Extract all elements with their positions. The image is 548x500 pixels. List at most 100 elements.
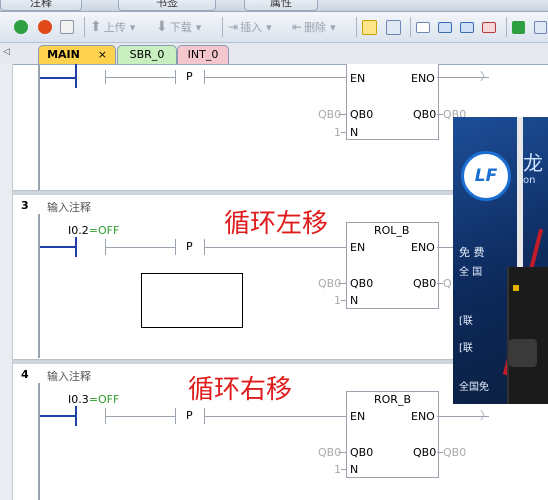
wire bbox=[204, 77, 346, 78]
logo-subtext: on bbox=[523, 175, 536, 186]
pulse-left-bar bbox=[175, 70, 176, 84]
wire bbox=[341, 469, 346, 470]
forward-button[interactable] bbox=[460, 19, 474, 35]
power-rail bbox=[38, 64, 40, 190]
back-icon bbox=[438, 21, 452, 33]
lf-logo: LF bbox=[461, 151, 511, 201]
pulse-left-bar bbox=[175, 408, 176, 424]
eno-pin: ENO bbox=[411, 241, 435, 254]
tab-int0[interactable]: INT_0 bbox=[177, 45, 229, 64]
rung-number: 4 bbox=[21, 368, 29, 381]
n-pin: N bbox=[350, 294, 359, 307]
eno-pin: ENO bbox=[411, 72, 435, 85]
contact-line bbox=[40, 415, 76, 417]
en-pin: EN bbox=[350, 72, 366, 85]
tab-main[interactable]: MAIN × bbox=[38, 45, 116, 64]
forward-icon bbox=[460, 21, 474, 33]
top-tab-strip: 注释 书签 属性 bbox=[0, 0, 548, 12]
status-led bbox=[513, 285, 519, 291]
options-icon bbox=[534, 20, 547, 34]
video-text: 免 费 bbox=[459, 246, 485, 259]
pulse-label: P bbox=[186, 409, 193, 422]
n-value: 1 bbox=[334, 294, 341, 307]
chevron-down-icon: ▾ bbox=[195, 20, 202, 34]
scroll-left-icon[interactable]: ◁ bbox=[3, 47, 10, 57]
in-pin: QB0 bbox=[350, 446, 374, 459]
out-pin: QB0 bbox=[413, 108, 437, 121]
pulse-left-bar bbox=[175, 239, 176, 255]
out-value: QB0 bbox=[443, 446, 467, 459]
block-name: ROL_B bbox=[374, 224, 410, 237]
arrow-right-icon: 〉 bbox=[480, 409, 491, 422]
n-pin: N bbox=[350, 463, 359, 476]
pulse-label: P bbox=[186, 240, 193, 253]
check-icon bbox=[60, 20, 74, 34]
contact-address: I0.2=OFF bbox=[68, 224, 120, 237]
exit-button[interactable] bbox=[512, 19, 525, 35]
video-text: 全 国 bbox=[459, 267, 483, 278]
back-button[interactable] bbox=[438, 19, 452, 35]
wire bbox=[105, 416, 175, 417]
options-button[interactable] bbox=[534, 19, 547, 35]
left-gutter bbox=[0, 64, 13, 500]
wire bbox=[338, 283, 346, 284]
wire bbox=[341, 132, 346, 133]
monitor-button[interactable] bbox=[362, 19, 377, 35]
n-value: 1 bbox=[334, 126, 341, 139]
window-icon bbox=[416, 21, 430, 33]
clear-button[interactable] bbox=[482, 19, 496, 35]
editor-tabs: ◁ MAIN × SBR_0 INT_0 bbox=[0, 43, 548, 65]
rung-comment[interactable]: 输入注释 bbox=[47, 199, 91, 215]
en-pin: EN bbox=[350, 241, 366, 254]
video-text: [联 bbox=[459, 316, 473, 327]
tab-bookmarks[interactable]: 书签 bbox=[118, 0, 216, 11]
tab-properties[interactable]: 属性 bbox=[244, 0, 318, 11]
n-pin: N bbox=[350, 126, 359, 139]
in-pin: QB0 bbox=[350, 277, 374, 290]
rung-comment[interactable]: 输入注释 bbox=[47, 368, 91, 384]
contact-bar bbox=[75, 406, 77, 426]
contact-bar bbox=[75, 237, 77, 257]
download-button[interactable]: ⬇ 下载 ▾ bbox=[156, 19, 201, 35]
status-chart-button[interactable] bbox=[386, 19, 401, 35]
clear-icon bbox=[482, 21, 496, 33]
insert-button[interactable]: ⇥ 插入 ▾ bbox=[228, 19, 272, 35]
wire bbox=[105, 247, 175, 248]
monitor-icon bbox=[362, 19, 377, 35]
in-pin: QB0 bbox=[350, 108, 374, 121]
wire bbox=[437, 247, 453, 248]
logo-text: 龙 bbox=[523, 151, 543, 175]
toolbar: ⬆ 上传 ▾ ⬇ 下载 ▾ ⇥ 插入 ▾ ⇤ 删除 ▾ bbox=[0, 12, 548, 43]
out-pin: QB0 bbox=[413, 277, 437, 290]
power-rail bbox=[38, 383, 40, 500]
tab-sbr0[interactable]: SBR_0 bbox=[117, 45, 177, 64]
contact-line bbox=[75, 64, 77, 88]
chevron-down-icon: ▾ bbox=[266, 20, 272, 34]
tab-comments[interactable]: 注释 bbox=[0, 0, 82, 11]
overlay-title: 循环左移 bbox=[224, 209, 329, 239]
arrow-down-icon: ⬇ bbox=[156, 19, 168, 35]
wire bbox=[338, 114, 346, 115]
en-pin: EN bbox=[350, 410, 366, 423]
run-button[interactable] bbox=[14, 19, 28, 35]
contact-line bbox=[40, 246, 76, 248]
video-text: [联 bbox=[459, 343, 473, 354]
video-text: 全国免 bbox=[459, 382, 489, 393]
close-icon[interactable]: × bbox=[98, 48, 107, 61]
run-icon bbox=[14, 20, 28, 34]
upload-button[interactable]: ⬆ 上传 ▾ bbox=[90, 19, 135, 35]
delete-button[interactable]: ⇤ 删除 ▾ bbox=[292, 19, 336, 35]
chevron-down-icon: ▾ bbox=[330, 20, 336, 34]
empty-rectangle bbox=[141, 273, 243, 328]
wire bbox=[204, 416, 346, 417]
stop-button[interactable] bbox=[38, 19, 52, 35]
compile-button[interactable] bbox=[60, 19, 74, 35]
power-rail bbox=[38, 214, 40, 358]
block-name: ROR_B bbox=[374, 393, 411, 406]
wire bbox=[105, 77, 175, 78]
delete-icon: ⇤ bbox=[292, 20, 303, 34]
cable bbox=[517, 117, 523, 267]
out-pin: QB0 bbox=[413, 446, 437, 459]
db9-port bbox=[509, 339, 537, 367]
blank-button[interactable] bbox=[416, 19, 430, 35]
